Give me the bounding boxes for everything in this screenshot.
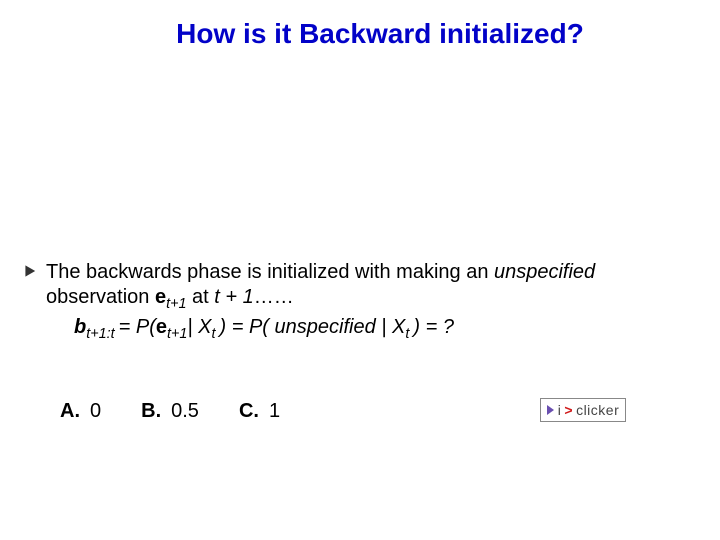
formula-line: bt+1:t = P(et+1| Xt ) = P( unspecified |… xyxy=(74,315,595,343)
text: at xyxy=(187,286,215,308)
text: The backwards phase is initialized with … xyxy=(46,261,494,283)
sub-e: t+1 xyxy=(166,296,186,312)
var-X: X xyxy=(392,316,405,338)
answer-label: A. xyxy=(60,400,80,422)
bullet-item: The backwards phase is initialized with … xyxy=(24,260,696,343)
bullet-line-2: observation et+1 at t + 1…… xyxy=(46,285,595,313)
answer-label: B. xyxy=(141,400,161,422)
answer-label: C. xyxy=(239,400,259,422)
answer-value: 0 xyxy=(90,400,101,422)
bullet-line-1: The backwards phase is initialized with … xyxy=(46,260,595,285)
slide: How is it Backward initialized? The back… xyxy=(0,0,720,540)
answer-option-b[interactable]: B. 0.5 xyxy=(141,400,199,423)
logo-text-post: clicker xyxy=(576,402,619,418)
text: observation xyxy=(46,286,155,308)
text: | xyxy=(187,316,198,338)
sub-b: t+1:t xyxy=(86,326,118,342)
answer-option-c[interactable]: C. 1 xyxy=(239,400,280,423)
bullet-text-block: The backwards phase is initialized with … xyxy=(46,260,595,343)
sub-X: t xyxy=(212,326,220,342)
text-italic: t + 1 xyxy=(214,286,253,308)
text-italic: unspecified xyxy=(275,316,376,338)
logo-dash: > xyxy=(563,402,574,418)
text: | xyxy=(376,316,392,338)
chevron-right-icon xyxy=(24,264,38,278)
sub-e: t+1 xyxy=(167,326,187,342)
var-b: b xyxy=(74,316,86,338)
answer-row: A. 0 B. 0.5 C. 1 i>clicker xyxy=(60,400,696,423)
body-content: The backwards phase is initialized with … xyxy=(24,260,696,343)
logo-text-pre: i xyxy=(558,402,562,418)
var-e: e xyxy=(156,316,167,338)
answer-option-a[interactable]: A. 0 xyxy=(60,400,101,423)
text: = P( xyxy=(119,316,156,338)
text: …… xyxy=(254,286,294,308)
var-e: e xyxy=(155,286,166,308)
slide-title: How is it Backward initialized? xyxy=(76,18,684,50)
text: ) = ? xyxy=(413,316,454,338)
text-italic: unspecified xyxy=(494,261,595,283)
iclicker-logo: i>clicker xyxy=(540,398,626,422)
answer-value: 1 xyxy=(269,400,280,422)
answer-value: 0.5 xyxy=(171,400,199,422)
play-icon xyxy=(547,405,554,415)
var-X: X xyxy=(198,316,211,338)
text: ) = P( xyxy=(220,316,275,338)
